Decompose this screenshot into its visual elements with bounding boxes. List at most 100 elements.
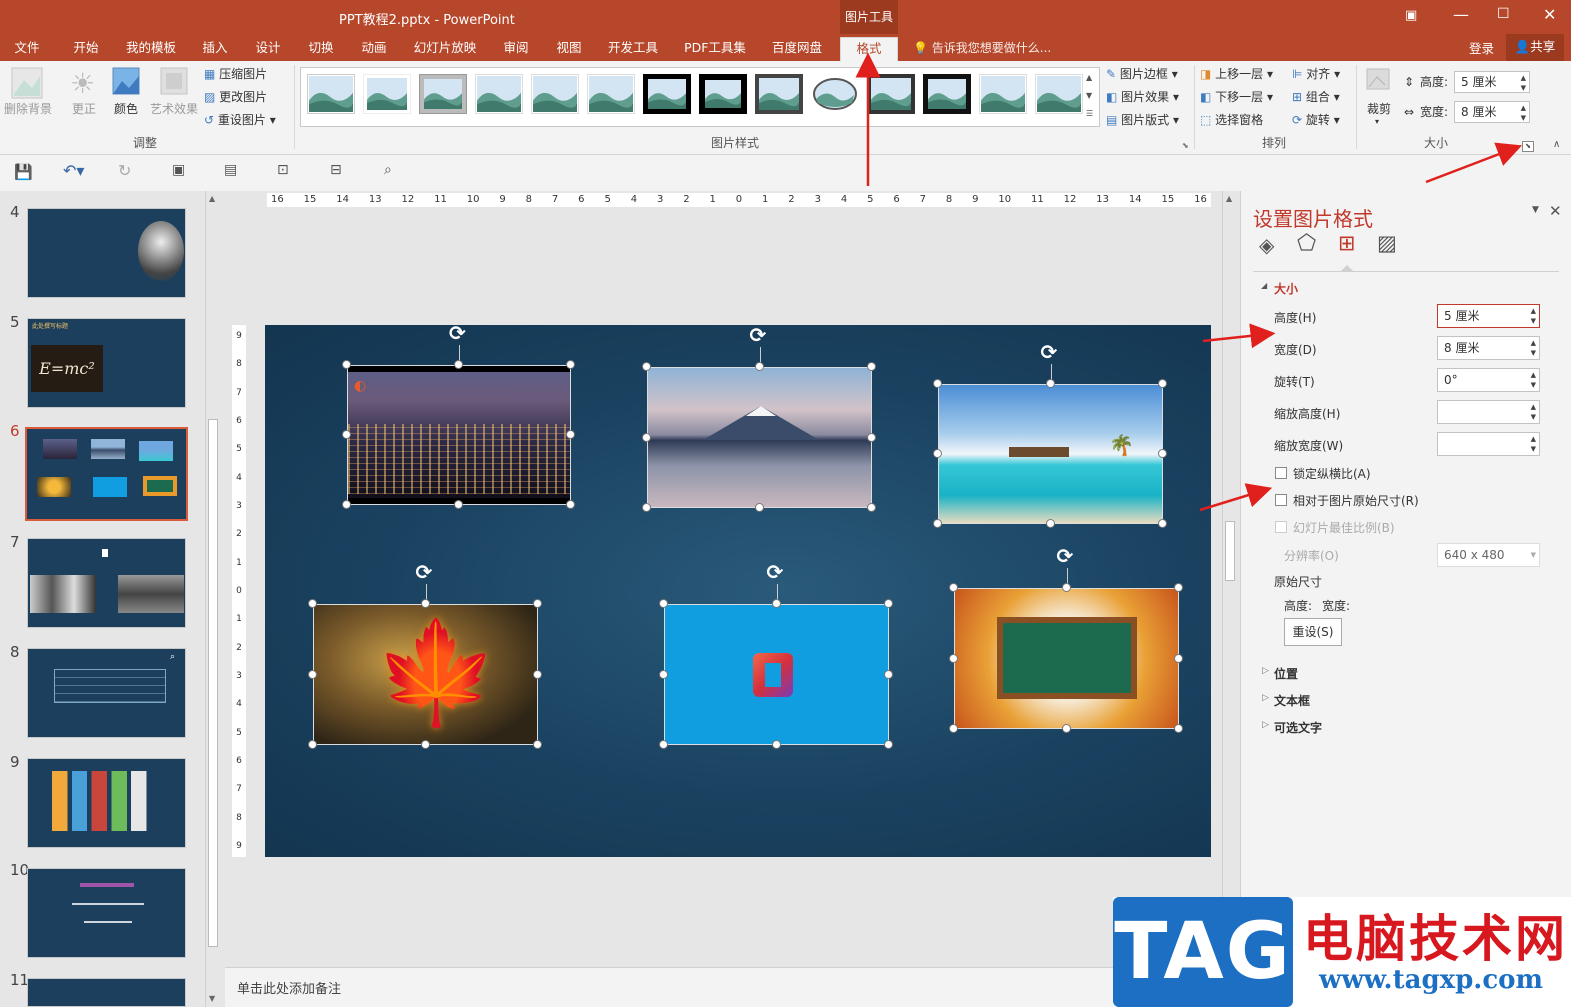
bring-forward-button[interactable]: ◨ 上移一层 ▾ — [1200, 64, 1273, 84]
picture-border-button[interactable]: ✎ 图片边框 ▾ — [1106, 64, 1178, 84]
resize-handle[interactable] — [533, 669, 542, 679]
scale-width-input[interactable]: ▲ ▼ — [1437, 432, 1540, 456]
picture-layout-button[interactable]: ▤ 图片版式 ▾ — [1106, 110, 1179, 130]
resize-handle[interactable] — [1061, 583, 1071, 592]
rotation-input[interactable]: 0° ▲ ▼ — [1437, 368, 1540, 392]
selection-pane-button[interactable]: ⬚ 选择窗格 — [1200, 110, 1263, 130]
send-backward-button[interactable]: ◧ 下移一层 ▾ — [1200, 87, 1273, 107]
resize-handle[interactable] — [949, 653, 958, 663]
picture-style-option[interactable] — [923, 74, 971, 114]
section-size-header[interactable]: 大小 — [1274, 280, 1298, 297]
resize-handle[interactable] — [454, 360, 463, 369]
resize-handle[interactable] — [771, 740, 781, 749]
width-input[interactable]: 8 厘米 ▲ ▼ — [1437, 336, 1540, 360]
night-city-photo[interactable]: ◐ — [347, 365, 571, 505]
width-ribbon-input[interactable]: 8 厘米 ▲ ▼ — [1454, 101, 1530, 123]
group-button[interactable]: ⊞ 组合 ▾ — [1292, 87, 1340, 107]
minimize-button[interactable]: — — [1453, 5, 1469, 24]
tell-me-search[interactable]: 💡 告诉我您想要做什么... — [913, 39, 1051, 56]
ribbon-display-icon[interactable]: ▣ — [1405, 8, 1417, 23]
scroll-thumb[interactable] — [208, 419, 218, 947]
rotation-handle-icon[interactable]: ⟳ — [1057, 544, 1074, 568]
resize-handle[interactable] — [1174, 653, 1183, 663]
resize-handle[interactable] — [642, 432, 651, 442]
tab-pdf[interactable]: PDF工具集 — [677, 37, 753, 61]
spinner-arrows[interactable]: ▲ ▼ — [1531, 338, 1536, 358]
picture-style-option[interactable] — [1035, 74, 1083, 114]
resize-handle[interactable] — [420, 599, 430, 608]
resize-handle[interactable] — [533, 599, 542, 608]
tab-view[interactable]: 视图 — [548, 37, 590, 61]
section-expanded-icon[interactable]: ◢ — [1261, 281, 1267, 290]
section-position-header[interactable]: 位置 — [1274, 665, 1298, 682]
resize-handle[interactable] — [1158, 449, 1167, 458]
scroll-down-icon[interactable]: ▼ — [209, 994, 215, 1003]
resize-handle[interactable] — [754, 503, 764, 512]
autumn-blackboard-photo[interactable] — [954, 588, 1179, 729]
maple-leaf-photo[interactable]: 🍁 — [313, 604, 538, 745]
resize-handle[interactable] — [949, 724, 958, 733]
rotation-handle-icon[interactable]: ⟳ — [416, 560, 433, 584]
spinner-arrows[interactable]: ▲ ▼ — [1531, 370, 1536, 390]
best-scale-checkbox[interactable] — [1275, 521, 1287, 533]
thumbnail-scrollbar[interactable]: ▲ ▼ — [205, 191, 220, 1007]
artistic-effects-button[interactable]: 艺术效果 — [150, 99, 198, 119]
resize-handle[interactable] — [342, 360, 351, 369]
resize-handle[interactable] — [1045, 519, 1055, 528]
resize-handle[interactable] — [1158, 379, 1167, 388]
resize-handle[interactable] — [867, 432, 876, 442]
tab-developer[interactable]: 开发工具 — [601, 37, 665, 61]
login-link[interactable]: 登录 — [1469, 38, 1494, 57]
tab-animations[interactable]: 动画 — [353, 37, 395, 61]
rotate-button[interactable]: ⟳ 旋转 ▾ — [1292, 110, 1340, 130]
slide-thumb-5[interactable]: 此处撰写标题 E=mc² — [27, 318, 186, 408]
pane-close-icon[interactable]: ✕ — [1549, 202, 1562, 220]
resize-handle[interactable] — [1174, 724, 1183, 733]
close-button[interactable]: ✕ — [1543, 5, 1556, 24]
pane-options-icon[interactable]: ▼ — [1532, 205, 1539, 215]
tropical-beach-photo[interactable]: 🌴 — [938, 384, 1163, 524]
picture-style-option[interactable] — [307, 74, 355, 114]
slide-thumb-4[interactable] — [27, 208, 186, 298]
tab-file[interactable]: 文件 — [6, 37, 48, 61]
resize-handle[interactable] — [933, 379, 942, 388]
tab-review[interactable]: 审阅 — [495, 37, 537, 61]
resize-handle[interactable] — [566, 500, 575, 509]
picture-icon[interactable]: ▨ — [1377, 231, 1397, 255]
picture-style-option[interactable] — [979, 74, 1027, 114]
reset-size-button[interactable]: 重设(S) — [1284, 618, 1342, 646]
resize-handle[interactable] — [659, 599, 668, 608]
tab-home[interactable]: 开始 — [64, 37, 108, 61]
editor-scrollbar[interactable]: ▲ — [1222, 191, 1237, 967]
spinner-arrows[interactable]: ▲ ▼ — [1531, 402, 1536, 422]
slide-thumb-9[interactable] — [27, 758, 186, 848]
maximize-button[interactable]: ☐ — [1497, 6, 1510, 22]
tab-baidu[interactable]: 百度网盘 — [764, 37, 830, 61]
rotation-handle-icon[interactable]: ⟳ — [1041, 340, 1058, 364]
tab-transitions[interactable]: 切换 — [300, 37, 342, 61]
spinner-arrows[interactable]: ▲ ▼ — [1521, 73, 1526, 93]
height-input[interactable]: 5 厘米 ▲ ▼ — [1437, 304, 1540, 328]
slide-thumb-10[interactable] — [27, 868, 186, 958]
redo-icon[interactable]: ↻ — [118, 161, 131, 180]
compress-pictures-button[interactable]: ▦ 压缩图片 — [204, 64, 267, 84]
rotation-handle-icon[interactable]: ⟳ — [767, 560, 784, 584]
resize-handle[interactable] — [659, 669, 668, 679]
resize-handle[interactable] — [454, 500, 463, 509]
resize-handle[interactable] — [933, 449, 942, 458]
save-icon[interactable]: 💾 — [14, 163, 33, 181]
picture-style-option[interactable] — [475, 74, 523, 114]
resize-handle[interactable] — [533, 740, 542, 749]
resize-handle[interactable] — [659, 740, 668, 749]
relative-original-checkbox[interactable] — [1275, 494, 1287, 506]
spinner-arrows[interactable]: ▲ ▼ — [1531, 306, 1536, 326]
resize-handle[interactable] — [884, 599, 893, 608]
picture-style-option[interactable] — [587, 74, 635, 114]
section-collapsed-icon[interactable]: ▷ — [1262, 720, 1269, 730]
office-logo-slide[interactable] — [664, 604, 889, 745]
resize-handle[interactable] — [1045, 379, 1055, 388]
gallery-scroll[interactable]: ▲ ▼ ☰ — [1086, 69, 1093, 123]
resize-handle[interactable] — [867, 503, 876, 512]
height-ribbon-input[interactable]: 5 厘米 ▲ ▼ — [1454, 71, 1530, 93]
resize-handle[interactable] — [1061, 724, 1071, 733]
